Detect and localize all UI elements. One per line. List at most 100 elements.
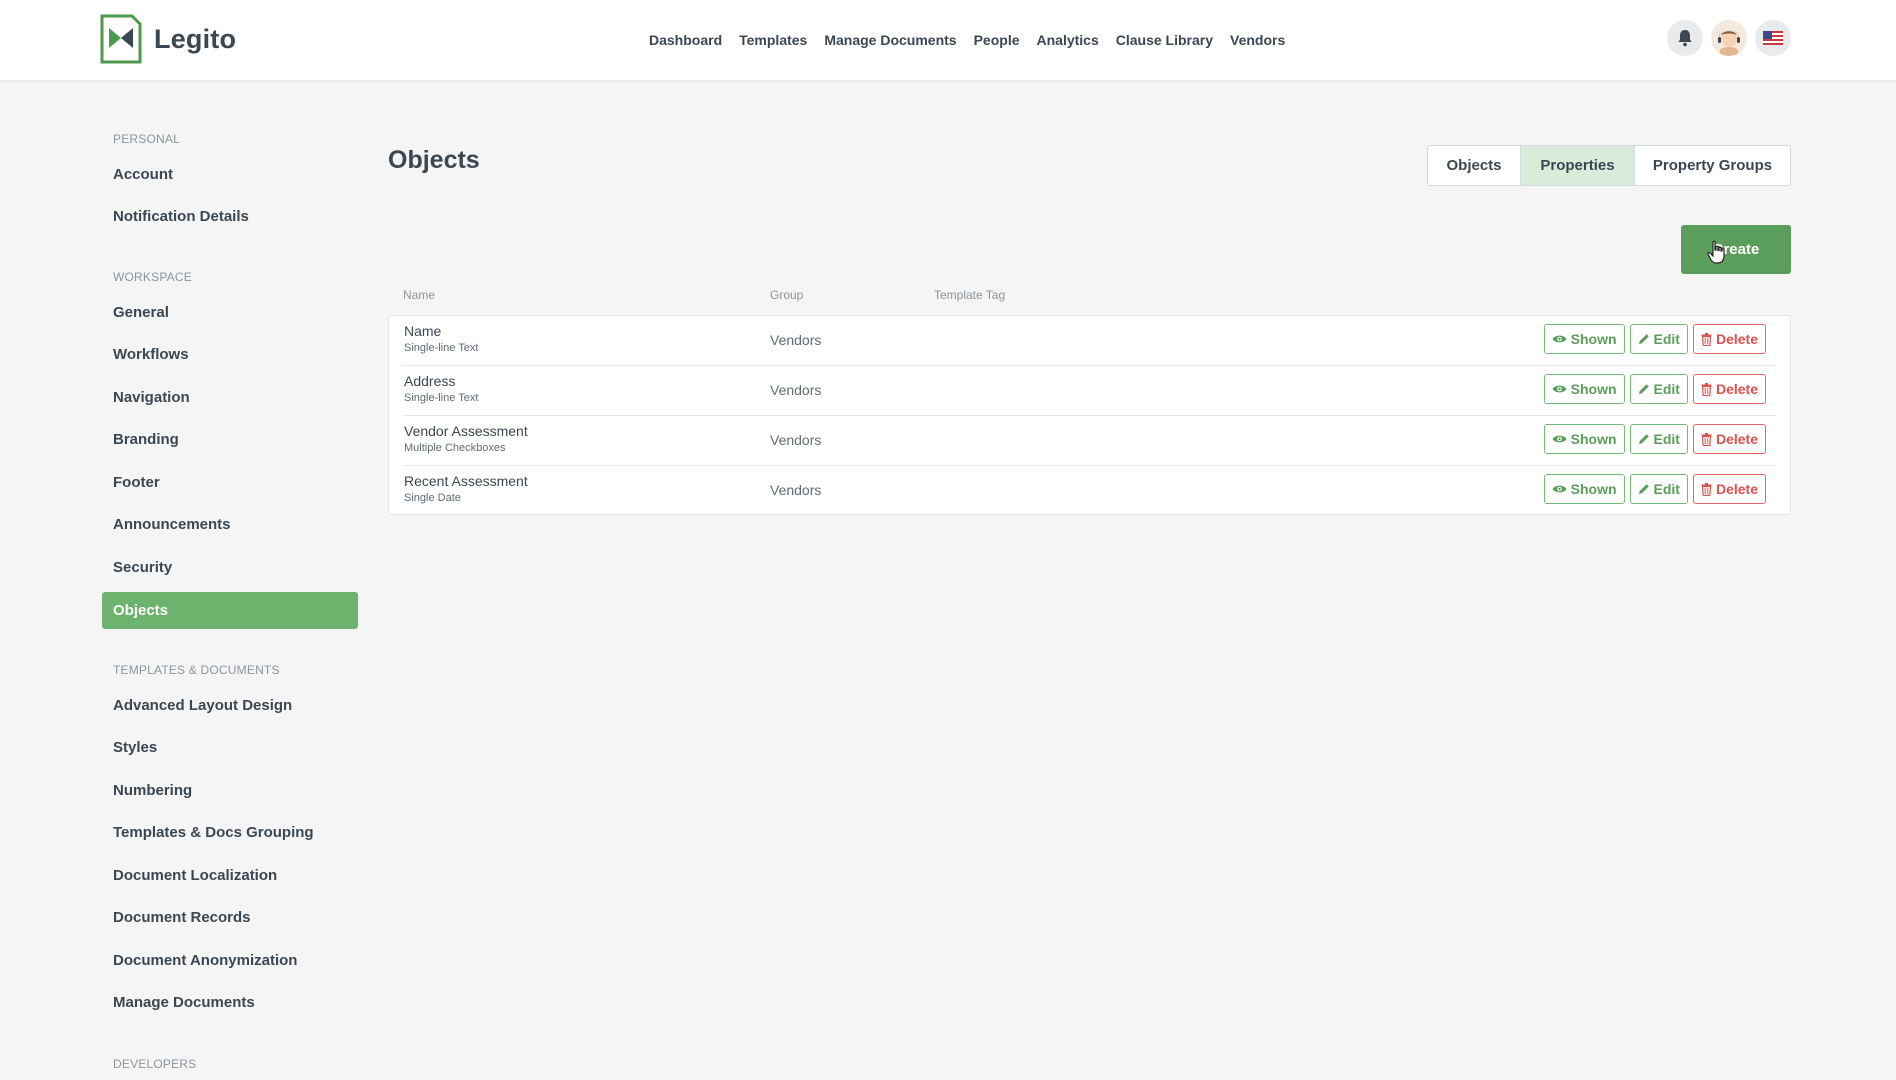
sidebar-section-personal: PERSONAL bbox=[113, 132, 180, 146]
eye-icon bbox=[1552, 485, 1567, 493]
sidebar-section-developers: DEVELOPERS bbox=[113, 1057, 197, 1071]
row-actions: Shown Edit Delete bbox=[1543, 424, 1766, 454]
sidebar-item-styles[interactable]: Styles bbox=[102, 729, 358, 766]
app-name: Legito bbox=[154, 23, 237, 54]
tab-properties[interactable]: Properties bbox=[1520, 146, 1634, 185]
sidebar-item-security[interactable]: Security bbox=[102, 549, 358, 586]
sidebar-item-templates-docs-grouping[interactable]: Templates & Docs Grouping bbox=[102, 814, 358, 851]
column-header-group[interactable]: Group bbox=[770, 288, 803, 302]
property-name: Recent Assessment bbox=[404, 473, 528, 489]
property-group: Vendors bbox=[770, 482, 822, 498]
sidebar-item-footer[interactable]: Footer bbox=[102, 464, 358, 501]
delete-button[interactable]: Delete bbox=[1692, 424, 1766, 454]
sidebar-section-templates-documents: TEMPLATES & DOCUMENTS bbox=[113, 663, 280, 677]
delete-label: Delete bbox=[1715, 431, 1758, 447]
create-button[interactable]: Create bbox=[1681, 225, 1791, 274]
top-icons bbox=[1667, 20, 1791, 56]
sidebar-item-numbering[interactable]: Numbering bbox=[102, 772, 358, 809]
eye-icon bbox=[1552, 435, 1567, 443]
nav-templates[interactable]: Templates bbox=[739, 32, 807, 48]
delete-label: Delete bbox=[1715, 381, 1758, 397]
sidebar-item-document-records[interactable]: Document Records bbox=[102, 899, 358, 936]
us-flag-icon bbox=[1763, 31, 1783, 45]
shown-button[interactable]: Shown bbox=[1543, 424, 1625, 454]
property-type: Multiple Checkboxes bbox=[404, 442, 506, 454]
sidebar-item-account[interactable]: Account bbox=[102, 156, 358, 193]
nav-dashboard[interactable]: Dashboard bbox=[649, 32, 722, 48]
table-row: Vendor Assessment Multiple Checkboxes Ve… bbox=[389, 416, 1790, 466]
edit-label: Edit bbox=[1653, 481, 1680, 497]
sidebar-item-navigation[interactable]: Navigation bbox=[102, 379, 358, 416]
avatar[interactable] bbox=[1711, 20, 1747, 56]
sidebar-item-announcements[interactable]: Announcements bbox=[102, 506, 358, 543]
delete-label: Delete bbox=[1715, 481, 1758, 497]
edit-button[interactable]: Edit bbox=[1629, 374, 1688, 404]
nav-clause-library[interactable]: Clause Library bbox=[1116, 32, 1213, 48]
shown-button[interactable]: Shown bbox=[1543, 324, 1625, 354]
shown-label: Shown bbox=[1570, 381, 1617, 397]
table-row: Recent Assessment Single Date Vendors Sh… bbox=[389, 466, 1790, 516]
shown-label: Shown bbox=[1570, 331, 1617, 347]
delete-label: Delete bbox=[1715, 331, 1758, 347]
property-type: Single-line Text bbox=[404, 392, 479, 404]
delete-button[interactable]: Delete bbox=[1692, 374, 1766, 404]
column-header-template-tag[interactable]: Template Tag bbox=[934, 288, 1005, 302]
sidebar-item-branding[interactable]: Branding bbox=[102, 421, 358, 458]
edit-label: Edit bbox=[1653, 381, 1680, 397]
nav-vendors[interactable]: Vendors bbox=[1230, 32, 1285, 48]
nav-people[interactable]: People bbox=[974, 32, 1020, 48]
pencil-icon bbox=[1638, 484, 1649, 494]
pencil-icon bbox=[1638, 334, 1649, 344]
trash-icon bbox=[1701, 482, 1712, 496]
main-nav: Dashboard Templates Manage Documents Peo… bbox=[649, 0, 1285, 80]
hand-cursor-icon bbox=[1707, 240, 1725, 264]
pencil-icon bbox=[1638, 434, 1649, 444]
row-actions: Shown Edit Delete bbox=[1543, 324, 1766, 354]
notifications-button[interactable] bbox=[1667, 20, 1703, 56]
trash-icon bbox=[1701, 332, 1712, 346]
trash-icon bbox=[1701, 382, 1712, 396]
edit-label: Edit bbox=[1653, 331, 1680, 347]
property-type: Single-line Text bbox=[404, 342, 479, 354]
pencil-icon bbox=[1638, 384, 1649, 394]
column-header-name[interactable]: Name bbox=[403, 288, 435, 302]
tab-property-groups[interactable]: Property Groups bbox=[1634, 146, 1790, 185]
eye-icon bbox=[1552, 385, 1567, 393]
delete-button[interactable]: Delete bbox=[1692, 474, 1766, 504]
property-group: Vendors bbox=[770, 382, 822, 398]
shown-label: Shown bbox=[1570, 481, 1617, 497]
table-row: Name Single-line Text Vendors Shown Edit… bbox=[389, 316, 1790, 366]
sidebar-item-manage-documents[interactable]: Manage Documents bbox=[102, 984, 358, 1021]
sidebar-item-general[interactable]: General bbox=[102, 294, 358, 331]
sidebar-item-objects[interactable]: Objects bbox=[102, 592, 358, 629]
language-button[interactable] bbox=[1755, 20, 1791, 56]
bell-icon bbox=[1678, 30, 1692, 47]
tab-objects[interactable]: Objects bbox=[1428, 146, 1520, 185]
property-type: Single Date bbox=[404, 492, 461, 504]
sidebar-section-workspace: WORKSPACE bbox=[113, 270, 192, 284]
edit-button[interactable]: Edit bbox=[1629, 324, 1688, 354]
eye-icon bbox=[1552, 335, 1567, 343]
sidebar-item-advanced-layout-design[interactable]: Advanced Layout Design bbox=[102, 687, 358, 724]
property-name: Address bbox=[404, 373, 456, 389]
page-title: Objects bbox=[388, 146, 480, 174]
top-bar: Legito Dashboard Templates Manage Docume… bbox=[0, 0, 1896, 80]
shown-button[interactable]: Shown bbox=[1543, 474, 1625, 504]
delete-button[interactable]: Delete bbox=[1692, 324, 1766, 354]
view-tabs: Objects Properties Property Groups bbox=[1427, 145, 1791, 186]
property-group: Vendors bbox=[770, 432, 822, 448]
sidebar-item-document-localization[interactable]: Document Localization bbox=[102, 857, 358, 894]
properties-table: Name Single-line Text Vendors Shown Edit… bbox=[388, 315, 1791, 515]
sidebar-item-workflows[interactable]: Workflows bbox=[102, 336, 358, 373]
trash-icon bbox=[1701, 432, 1712, 446]
nav-analytics[interactable]: Analytics bbox=[1037, 32, 1099, 48]
logo[interactable]: Legito bbox=[100, 14, 236, 64]
edit-button[interactable]: Edit bbox=[1629, 474, 1688, 504]
sidebar-item-notification-details[interactable]: Notification Details bbox=[102, 198, 358, 235]
sidebar-item-document-anonymization[interactable]: Document Anonymization bbox=[102, 942, 358, 979]
edit-button[interactable]: Edit bbox=[1629, 424, 1688, 454]
table-row: Address Single-line Text Vendors Shown E… bbox=[389, 366, 1790, 416]
property-name: Vendor Assessment bbox=[404, 423, 528, 439]
nav-manage-documents[interactable]: Manage Documents bbox=[824, 32, 956, 48]
shown-button[interactable]: Shown bbox=[1543, 374, 1625, 404]
